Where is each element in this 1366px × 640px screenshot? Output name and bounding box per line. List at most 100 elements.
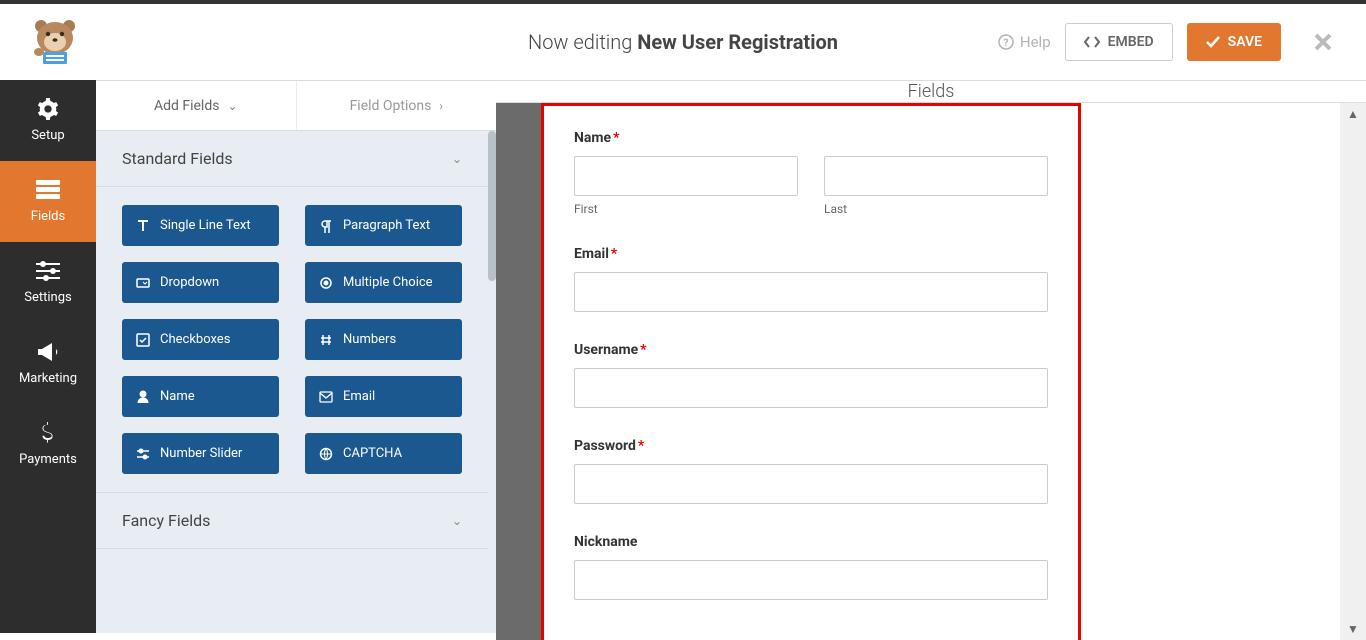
- field-numbers[interactable]: Numbers: [305, 319, 462, 360]
- section-fancy-fields[interactable]: Fancy Fields ⌄: [96, 492, 488, 549]
- form-field-username[interactable]: Username*: [574, 342, 1048, 408]
- dollar-icon: [36, 422, 60, 444]
- required-mark: *: [638, 438, 644, 454]
- form-name: New User Registration: [637, 30, 838, 54]
- chevron-down-icon: ⌄: [452, 514, 462, 528]
- field-label: Single Line Text: [160, 218, 251, 233]
- form-field-email[interactable]: Email*: [574, 246, 1048, 312]
- sidebar-item-label: Setup: [31, 128, 64, 143]
- field-label: Username*: [574, 342, 1048, 358]
- list-icon: [36, 179, 60, 201]
- chevron-down-icon: ⌄: [452, 152, 462, 166]
- slider-icon: [136, 447, 150, 461]
- main-area: Fields Name* First: [496, 80, 1366, 633]
- field-label: Password*: [574, 438, 1048, 454]
- password-input[interactable]: [574, 464, 1048, 504]
- sidebar-item-marketing[interactable]: Marketing: [0, 323, 96, 404]
- page-title: Now editing New User Registration: [528, 30, 838, 54]
- form-preview[interactable]: Name* First Last: [541, 103, 1081, 640]
- hash-icon: [319, 333, 333, 347]
- email-input[interactable]: [574, 272, 1048, 312]
- section-label: Standard Fields: [122, 149, 233, 168]
- embed-label: EMBED: [1108, 34, 1154, 50]
- dropdown-icon: [136, 276, 150, 290]
- chevron-down-icon: ⌄: [227, 99, 237, 113]
- save-button[interactable]: SAVE: [1187, 23, 1281, 61]
- section-standard-fields[interactable]: Standard Fields ⌄: [96, 131, 488, 187]
- sidebar-item-settings[interactable]: Settings: [0, 242, 96, 323]
- left-panel: Add Fields ⌄ Field Options › Standard Fi…: [96, 80, 496, 633]
- scroll-up-icon[interactable]: ▲: [1347, 107, 1359, 121]
- field-captcha[interactable]: CAPTCHA: [305, 433, 462, 474]
- field-single-line-text[interactable]: Single Line Text: [122, 205, 279, 246]
- svg-text:?: ?: [1003, 38, 1008, 49]
- username-input[interactable]: [574, 368, 1048, 408]
- save-label: SAVE: [1228, 34, 1262, 50]
- field-label: Multiple Choice: [343, 275, 433, 290]
- help-icon: ?: [998, 34, 1014, 50]
- last-sublabel: Last: [824, 202, 1048, 216]
- nickname-input[interactable]: [574, 560, 1048, 600]
- code-icon: [1084, 36, 1100, 48]
- form-field-name[interactable]: Name* First Last: [574, 130, 1048, 216]
- main-header-title: Fields: [908, 81, 955, 102]
- checkbox-icon: [136, 333, 150, 347]
- sidebar-item-payments[interactable]: Payments: [0, 404, 96, 485]
- sidebar: Setup Fields Settings Marketing Payments: [0, 80, 96, 633]
- required-mark: *: [640, 342, 646, 358]
- sidebar-item-label: Payments: [19, 452, 77, 467]
- paragraph-icon: [319, 219, 333, 233]
- form-field-password[interactable]: Password*: [574, 438, 1048, 504]
- field-email[interactable]: Email: [305, 376, 462, 417]
- field-label: Checkboxes: [160, 332, 230, 347]
- embed-button[interactable]: EMBED: [1065, 23, 1173, 61]
- first-name-input[interactable]: [574, 156, 798, 196]
- field-name[interactable]: Name: [122, 376, 279, 417]
- help-link[interactable]: ? Help: [998, 33, 1051, 51]
- field-multiple-choice[interactable]: Multiple Choice: [305, 262, 462, 303]
- field-dropdown[interactable]: Dropdown: [122, 262, 279, 303]
- topbar-actions: ? Help EMBED SAVE: [998, 23, 1341, 61]
- sidebar-item-fields[interactable]: Fields: [0, 161, 96, 242]
- field-label: CAPTCHA: [343, 446, 402, 461]
- close-icon: [1313, 32, 1333, 52]
- canvas-scrollbar[interactable]: ▲ ▼: [1340, 103, 1366, 640]
- close-button[interactable]: [1295, 26, 1341, 59]
- scrollbar-thumb[interactable]: [488, 131, 496, 281]
- tab-label: Add Fields: [154, 98, 220, 114]
- tab-add-fields[interactable]: Add Fields ⌄: [96, 81, 297, 130]
- field-label: Email*: [574, 246, 1048, 262]
- last-name-input[interactable]: [824, 156, 1048, 196]
- help-label: Help: [1020, 33, 1051, 51]
- required-mark: *: [611, 246, 617, 262]
- sidebar-item-label: Settings: [24, 290, 71, 305]
- form-field-nickname[interactable]: Nickname: [574, 534, 1048, 600]
- field-label: Paragraph Text: [343, 218, 430, 233]
- tab-label: Field Options: [350, 98, 432, 114]
- panel-scroll: Standard Fields ⌄ Single Line Text Parag…: [96, 131, 496, 555]
- canvas-gutter: [496, 103, 541, 640]
- topbar: Now editing New User Registration ? Help…: [0, 4, 1366, 80]
- panel-scrollbar[interactable]: [488, 131, 496, 555]
- canvas-center: Name* First Last: [541, 103, 1340, 640]
- field-label: Dropdown: [160, 275, 219, 290]
- sidebar-item-setup[interactable]: Setup: [0, 80, 96, 161]
- scroll-down-icon[interactable]: ▼: [1347, 622, 1359, 636]
- field-paragraph-text[interactable]: Paragraph Text: [305, 205, 462, 246]
- chevron-right-icon: ›: [439, 99, 443, 113]
- panel-tabs: Add Fields ⌄ Field Options ›: [96, 81, 496, 131]
- field-checkboxes[interactable]: Checkboxes: [122, 319, 279, 360]
- field-label: Numbers: [343, 332, 396, 347]
- bullhorn-icon: [36, 341, 60, 363]
- sliders-icon: [36, 260, 60, 282]
- tab-field-options[interactable]: Field Options ›: [297, 81, 497, 130]
- editing-prefix: Now editing: [528, 30, 637, 54]
- section-label: Fancy Fields: [122, 511, 210, 530]
- field-label: Name: [160, 389, 195, 404]
- main-header: Fields: [496, 81, 1366, 103]
- sidebar-item-label: Fields: [31, 209, 65, 224]
- field-label: Name*: [574, 130, 1048, 146]
- field-number-slider[interactable]: Number Slider: [122, 433, 279, 474]
- envelope-icon: [319, 390, 333, 404]
- text-icon: [136, 219, 150, 233]
